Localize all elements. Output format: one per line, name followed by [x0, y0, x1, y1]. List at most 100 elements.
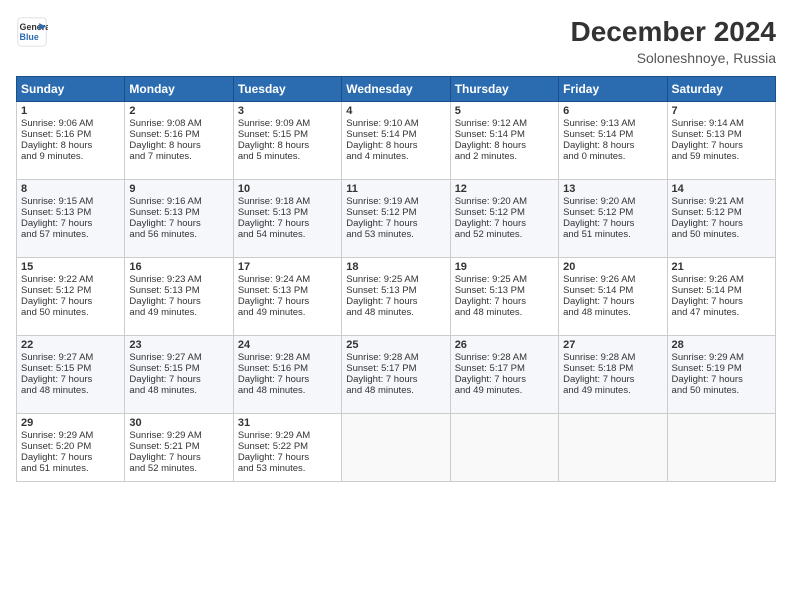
week-row-1: 1Sunrise: 9:06 AMSunset: 5:16 PM Daylight… — [17, 102, 776, 180]
day-header-friday: Friday — [559, 77, 667, 102]
day-info: Sunset: 5:15 PM — [21, 363, 120, 374]
day-info: Daylight: 7 hours — [672, 374, 771, 385]
day-number: 23 — [129, 339, 228, 351]
day-info: and 49 minutes. — [129, 307, 228, 318]
day-info: Sunrise: 9:16 AM — [129, 196, 228, 207]
day-info: and 52 minutes. — [129, 463, 228, 474]
day-number: 9 — [129, 183, 228, 195]
day-info: Sunrise: 9:26 AM — [563, 274, 662, 285]
day-info: Sunrise: 9:12 AM — [455, 118, 554, 129]
day-number: 24 — [238, 339, 337, 351]
day-info: Sunrise: 9:28 AM — [455, 352, 554, 363]
title-area: December 2024 Soloneshnoye, Russia — [571, 16, 776, 66]
day-info: and 48 minutes. — [346, 385, 445, 396]
day-info: Sunrise: 9:25 AM — [455, 274, 554, 285]
calendar-cell — [342, 414, 450, 482]
day-info: and 53 minutes. — [346, 229, 445, 240]
day-info: and 51 minutes. — [563, 229, 662, 240]
day-info: Sunset: 5:16 PM — [21, 129, 120, 140]
day-number: 28 — [672, 339, 771, 351]
day-info: Sunset: 5:22 PM — [238, 441, 337, 452]
subtitle: Soloneshnoye, Russia — [571, 50, 776, 66]
day-info: Daylight: 7 hours — [238, 218, 337, 229]
day-info: Daylight: 8 hours — [238, 140, 337, 151]
calendar-cell: 11Sunrise: 9:19 AMSunset: 5:12 PMDayligh… — [342, 180, 450, 258]
day-info: Sunrise: 9:27 AM — [21, 352, 120, 363]
day-header-sunday: Sunday — [17, 77, 125, 102]
day-info: Sunset: 5:16 PM — [238, 363, 337, 374]
week-row-2: 8Sunrise: 9:15 AMSunset: 5:13 PMDaylight… — [17, 180, 776, 258]
day-info: and 52 minutes. — [455, 229, 554, 240]
day-info: Daylight: 7 hours — [672, 296, 771, 307]
day-number: 15 — [21, 261, 120, 273]
day-info: Sunrise: 9:29 AM — [238, 430, 337, 441]
day-info: Daylight: 7 hours — [346, 374, 445, 385]
day-info: Sunset: 5:15 PM — [129, 363, 228, 374]
day-number: 27 — [563, 339, 662, 351]
day-info: Sunset: 5:14 PM — [563, 285, 662, 296]
calendar-cell: 7Sunrise: 9:14 AMSunset: 5:13 PMDaylight… — [667, 102, 775, 180]
day-info: and 49 minutes. — [563, 385, 662, 396]
day-info: Sunrise: 9:13 AM — [563, 118, 662, 129]
day-number: 7 — [672, 105, 771, 117]
calendar-cell: 19Sunrise: 9:25 AMSunset: 5:13 PMDayligh… — [450, 258, 558, 336]
day-info: Sunrise: 9:06 AM — [21, 118, 120, 129]
day-info: Sunrise: 9:25 AM — [346, 274, 445, 285]
day-info: Sunrise: 9:15 AM — [21, 196, 120, 207]
day-info: Sunset: 5:13 PM — [129, 285, 228, 296]
day-info: Daylight: 7 hours — [455, 374, 554, 385]
week-row-5: 29Sunrise: 9:29 AMSunset: 5:20 PMDayligh… — [17, 414, 776, 482]
day-header-saturday: Saturday — [667, 77, 775, 102]
logo: General Blue — [16, 16, 48, 48]
day-info: Sunset: 5:13 PM — [238, 285, 337, 296]
day-number: 6 — [563, 105, 662, 117]
day-info: Daylight: 7 hours — [238, 452, 337, 463]
day-info: Sunrise: 9:29 AM — [21, 430, 120, 441]
calendar-cell: 8Sunrise: 9:15 AMSunset: 5:13 PMDaylight… — [17, 180, 125, 258]
day-info: and 7 minutes. — [129, 151, 228, 162]
calendar: SundayMondayTuesdayWednesdayThursdayFrid… — [16, 76, 776, 482]
day-number: 22 — [21, 339, 120, 351]
day-info: Daylight: 8 hours — [455, 140, 554, 151]
calendar-cell: 26Sunrise: 9:28 AMSunset: 5:17 PMDayligh… — [450, 336, 558, 414]
calendar-cell: 15Sunrise: 9:22 AMSunset: 5:12 PMDayligh… — [17, 258, 125, 336]
day-info: Sunrise: 9:18 AM — [238, 196, 337, 207]
day-info: Daylight: 7 hours — [21, 452, 120, 463]
day-info: Sunrise: 9:27 AM — [129, 352, 228, 363]
day-info: and 50 minutes. — [672, 385, 771, 396]
calendar-cell: 23Sunrise: 9:27 AMSunset: 5:15 PMDayligh… — [125, 336, 233, 414]
day-info: Sunset: 5:12 PM — [672, 207, 771, 218]
day-info: Sunrise: 9:21 AM — [672, 196, 771, 207]
day-info: Daylight: 8 hours — [129, 140, 228, 151]
day-number: 10 — [238, 183, 337, 195]
day-header-thursday: Thursday — [450, 77, 558, 102]
logo-icon: General Blue — [16, 16, 48, 48]
day-info: Daylight: 7 hours — [455, 296, 554, 307]
svg-text:Blue: Blue — [20, 32, 39, 42]
day-number: 1 — [21, 105, 120, 117]
day-info: and 49 minutes. — [455, 385, 554, 396]
day-info: Sunset: 5:13 PM — [672, 129, 771, 140]
day-info: Daylight: 7 hours — [563, 374, 662, 385]
day-info: and 0 minutes. — [563, 151, 662, 162]
day-info: Sunrise: 9:20 AM — [455, 196, 554, 207]
calendar-cell: 30Sunrise: 9:29 AMSunset: 5:21 PMDayligh… — [125, 414, 233, 482]
day-info: and 51 minutes. — [21, 463, 120, 474]
day-info: and 47 minutes. — [672, 307, 771, 318]
day-number: 2 — [129, 105, 228, 117]
day-info: Daylight: 7 hours — [129, 218, 228, 229]
day-info: and 54 minutes. — [238, 229, 337, 240]
day-info: Daylight: 7 hours — [129, 374, 228, 385]
day-info: and 4 minutes. — [346, 151, 445, 162]
day-info: Sunset: 5:13 PM — [455, 285, 554, 296]
day-info: Sunset: 5:17 PM — [346, 363, 445, 374]
day-info: Daylight: 8 hours — [346, 140, 445, 151]
day-number: 29 — [21, 417, 120, 429]
day-info: Sunset: 5:12 PM — [455, 207, 554, 218]
day-header-tuesday: Tuesday — [233, 77, 341, 102]
day-info: Sunset: 5:21 PM — [129, 441, 228, 452]
day-info: Sunrise: 9:29 AM — [672, 352, 771, 363]
day-info: and 48 minutes. — [238, 385, 337, 396]
calendar-cell: 1Sunrise: 9:06 AMSunset: 5:16 PMDaylight… — [17, 102, 125, 180]
day-number: 25 — [346, 339, 445, 351]
